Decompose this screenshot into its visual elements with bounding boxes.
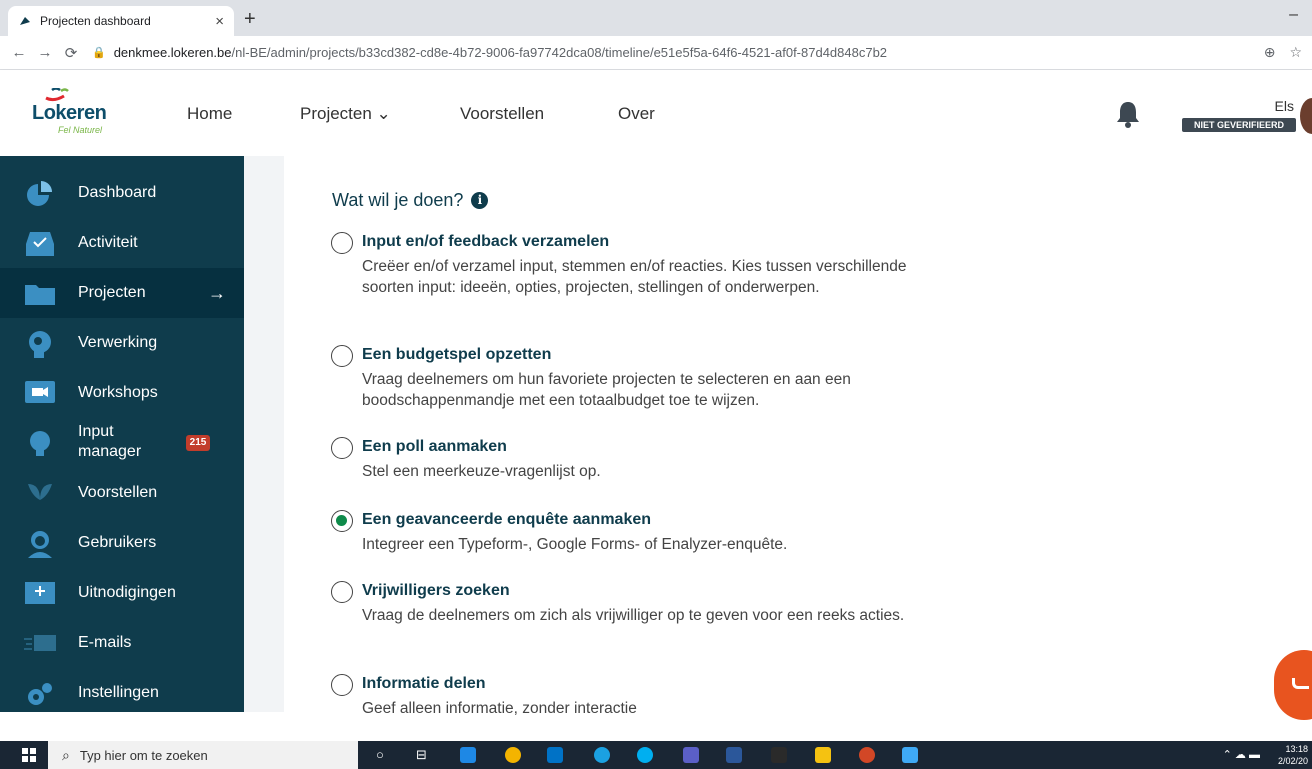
tab-close-icon[interactable]: ×: [215, 13, 224, 30]
option-title: Een budgetspel opzetten: [362, 346, 552, 363]
lokeren-logo[interactable]: Lokeren Fel Naturel: [32, 88, 122, 140]
chrome-icon[interactable]: [505, 747, 521, 763]
pie-chart-icon: [27, 181, 52, 206]
option-title: Informatie delen: [362, 675, 486, 692]
content-gutter: [244, 156, 284, 712]
user-name[interactable]: Els: [1275, 98, 1294, 114]
taskbar-clock[interactable]: 13:18 2/02/20: [1278, 743, 1308, 767]
nav-voorstellen[interactable]: Voorstellen: [460, 104, 544, 124]
option-description: Vraag deelnemers om hun favoriete projec…: [362, 371, 851, 409]
option-title: Een poll aanmaken: [362, 438, 507, 455]
lightbulb-icon: [30, 431, 50, 456]
new-tab-button[interactable]: +: [244, 8, 256, 31]
tab-title: Projecten dashboard: [40, 14, 151, 28]
sidebar-item-instellingen[interactable]: Instellingen: [0, 668, 244, 712]
radio-button[interactable]: [331, 581, 353, 603]
internet-explorer-icon[interactable]: [460, 747, 476, 763]
video-icon: [25, 381, 55, 403]
option-title: Vrijwilligers zoeken: [362, 582, 510, 599]
radio-button-selected[interactable]: [331, 510, 353, 532]
option-description: Creëer en/of verzamel input, stemmen en/…: [362, 258, 907, 296]
taskbar-search-input[interactable]: ⌕ Typ hier om te zoeken: [48, 741, 358, 769]
main-content: Wat wil je doen? i Input en/of feedback …: [284, 156, 1312, 717]
sidebar-item-activiteit[interactable]: Activiteit: [0, 218, 244, 268]
windows-taskbar: ⌕ Typ hier om te zoeken ○ ⊟ ⌃ ☁ ▬ 13:18 …: [0, 741, 1312, 769]
sidebar-item-workshops[interactable]: Workshops: [0, 368, 244, 418]
word-icon[interactable]: [726, 747, 742, 763]
option-description: Geef alleen informatie, zonder interacti…: [362, 700, 637, 717]
nav-over[interactable]: Over: [618, 104, 655, 124]
acrobat-icon[interactable]: [771, 747, 787, 763]
outlook-icon[interactable]: [547, 747, 563, 763]
site-favicon-icon: [20, 17, 30, 25]
logo-subtitle: Fel Naturel: [58, 125, 103, 135]
sidebar-item-gebruikers[interactable]: Gebruikers: [0, 518, 244, 568]
option-description: Integreer een Typeform-, Google Forms- o…: [362, 536, 788, 553]
file-explorer-icon[interactable]: [815, 747, 831, 763]
send-mail-icon: [24, 635, 56, 651]
radio-button[interactable]: [331, 674, 353, 696]
reload-icon[interactable]: ⟳: [58, 44, 84, 62]
minimize-button[interactable]: –: [1289, 6, 1298, 24]
question-heading: Wat wil je doen? i: [332, 190, 489, 211]
sidebar-item-dashboard[interactable]: Dashboard: [0, 168, 244, 218]
inbox-check-icon: [26, 232, 54, 256]
teams-icon[interactable]: [683, 747, 699, 763]
url-field[interactable]: 🔒 denkmee.lokeren.be/nl-BE/admin/project…: [92, 45, 887, 60]
lock-icon: 🔒: [92, 47, 106, 59]
logo-text: Lokeren: [32, 102, 107, 124]
photos-icon[interactable]: [902, 747, 918, 763]
system-tray-icons[interactable]: ⌃ ☁ ▬: [1223, 748, 1260, 761]
question-text: Wat wil je doen?: [332, 190, 464, 210]
option-description: Vraag de deelnemers om zich als vrijwill…: [362, 607, 905, 624]
sidebar-item-projecten[interactable]: Projecten →: [0, 268, 244, 318]
radio-button[interactable]: [331, 345, 353, 367]
search-placeholder: Typ hier om te zoeken: [79, 747, 208, 763]
radio-button[interactable]: [331, 437, 353, 459]
task-view-icon[interactable]: ⊟: [416, 747, 432, 763]
windows-start-icon[interactable]: [22, 748, 36, 762]
admin-sidebar: Dashboard Activiteit Projecten → Verwerk…: [0, 156, 244, 712]
powerpoint-icon[interactable]: [859, 747, 875, 763]
head-gear-icon: [29, 331, 51, 358]
info-icon[interactable]: i: [471, 192, 489, 209]
envelope-plus-icon: [25, 582, 55, 604]
arrow-right-icon: →: [208, 282, 226, 303]
back-icon[interactable]: ←: [6, 44, 32, 61]
skype-icon[interactable]: [637, 747, 653, 763]
user-icon: [28, 531, 52, 558]
address-bar: ← → ⟳ 🔒 denkmee.lokeren.be/nl-BE/admin/p…: [0, 36, 1312, 70]
bookmark-star-icon[interactable]: ☆: [1289, 44, 1302, 61]
url-domain: denkmee.lokeren.be: [113, 45, 232, 60]
leaf-icon: [28, 484, 52, 500]
radio-button[interactable]: [331, 232, 353, 254]
cortana-icon[interactable]: ○: [376, 747, 392, 763]
sidebar-item-e-mails[interactable]: E-mails: [0, 618, 244, 668]
gears-icon: [28, 683, 52, 705]
sidebar-item-voorstellen[interactable]: Voorstellen: [0, 468, 244, 518]
notification-count-badge: 215: [186, 435, 210, 451]
sidebar-item-input-manager[interactable]: Input manager 215: [0, 418, 244, 468]
option-title: Input en/of feedback verzamelen: [362, 233, 610, 250]
sidebar-item-uitnodigingen[interactable]: Uitnodigingen: [0, 568, 244, 618]
edge-icon[interactable]: [594, 747, 610, 763]
bell-icon[interactable]: [1116, 100, 1140, 128]
url-path: /nl-BE/admin/projects/b33cd382-cd8e-4b72…: [231, 45, 888, 60]
forward-icon[interactable]: →: [32, 44, 58, 61]
browser-tab-bar: Projecten dashboard × + –: [0, 0, 1312, 36]
nav-home[interactable]: Home: [187, 104, 232, 124]
verification-badge: NIET GEVERIFIEERD: [1182, 118, 1296, 132]
option-title: Een geavanceerde enquête aanmaken: [362, 511, 652, 528]
browser-tab[interactable]: Projecten dashboard ×: [8, 6, 234, 36]
zoom-icon[interactable]: ⊕: [1264, 44, 1276, 61]
folder-icon: [25, 285, 55, 305]
logo-mark-icon: [45, 88, 69, 102]
search-icon: ⌕: [62, 746, 70, 763]
option-description: Stel een meerkeuze-vragenlijst op.: [362, 463, 601, 480]
sidebar-item-verwerking[interactable]: Verwerking: [0, 318, 244, 368]
nav-projecten[interactable]: Projecten ⌄: [300, 104, 391, 124]
